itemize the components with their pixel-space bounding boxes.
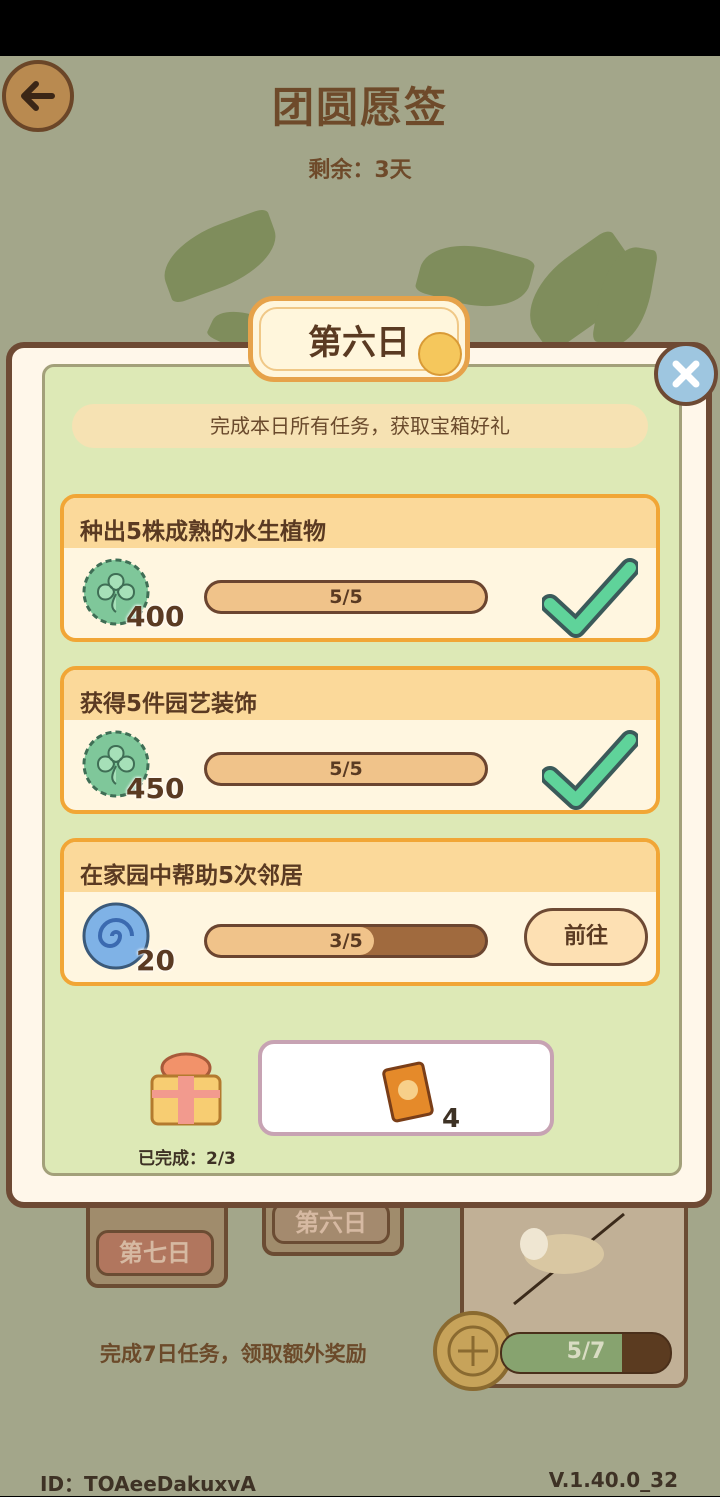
checkmark-icon: [542, 730, 638, 810]
task-title: 在家园中帮助5次邻居: [80, 863, 304, 889]
day-title: 第六日: [308, 322, 410, 363]
task-card: 获得5件园艺装饰 450 5/5: [60, 666, 660, 814]
chest-reward-box[interactable]: 4: [258, 1040, 554, 1136]
task-progress-text: 3/5: [329, 930, 363, 952]
modal-subtitle: 完成本日所有任务，获取宝箱好礼: [72, 404, 648, 448]
weekly-task-text: 完成7日任务，领取额外奖励: [100, 1342, 367, 1366]
app-version: V.1.40.0_32: [548, 1468, 678, 1492]
moon-icon: [418, 332, 462, 376]
go-button[interactable]: 前往: [524, 908, 648, 966]
day-card-label: 第七日: [96, 1230, 214, 1276]
weekly-progress-text: 5/7: [566, 1339, 606, 1364]
checkmark-icon: [542, 558, 638, 638]
task-progress-bar: 5/5: [204, 580, 488, 614]
remaining-days: 剩余：3天: [308, 158, 412, 183]
task-card: 在家园中帮助5次邻居 20 3/5 前往: [60, 838, 660, 986]
close-icon: [672, 360, 700, 388]
status-bar: [0, 0, 720, 56]
player-id: ID：TOAeeDakuxvA: [40, 1472, 256, 1496]
day-card-label: 第六日: [272, 1202, 390, 1244]
close-button[interactable]: [654, 342, 718, 406]
task-title: 获得5件园艺装饰: [80, 691, 258, 717]
reward-count: 4: [442, 1104, 461, 1134]
page-title: 团圆愿签: [271, 83, 448, 132]
completed-count: 已完成：2/3: [138, 1149, 236, 1169]
scroll-card-icon: [382, 1061, 434, 1123]
reward-amount: 20: [136, 944, 175, 977]
task-title: 种出5株成熟的水生植物: [80, 519, 327, 545]
task-progress-bar: 3/5: [204, 924, 488, 958]
weekly-progress-bar: 5/7: [500, 1332, 672, 1374]
task-progress-text: 5/5: [329, 586, 363, 608]
task-card: 种出5株成熟的水生植物 400 5/5: [60, 494, 660, 642]
task-progress-text: 5/5: [329, 758, 363, 780]
gift-chest-icon[interactable]: [148, 1048, 224, 1128]
task-progress-bar: 5/5: [204, 752, 488, 786]
reward-amount: 400: [126, 600, 185, 633]
reward-amount: 450: [126, 772, 185, 805]
